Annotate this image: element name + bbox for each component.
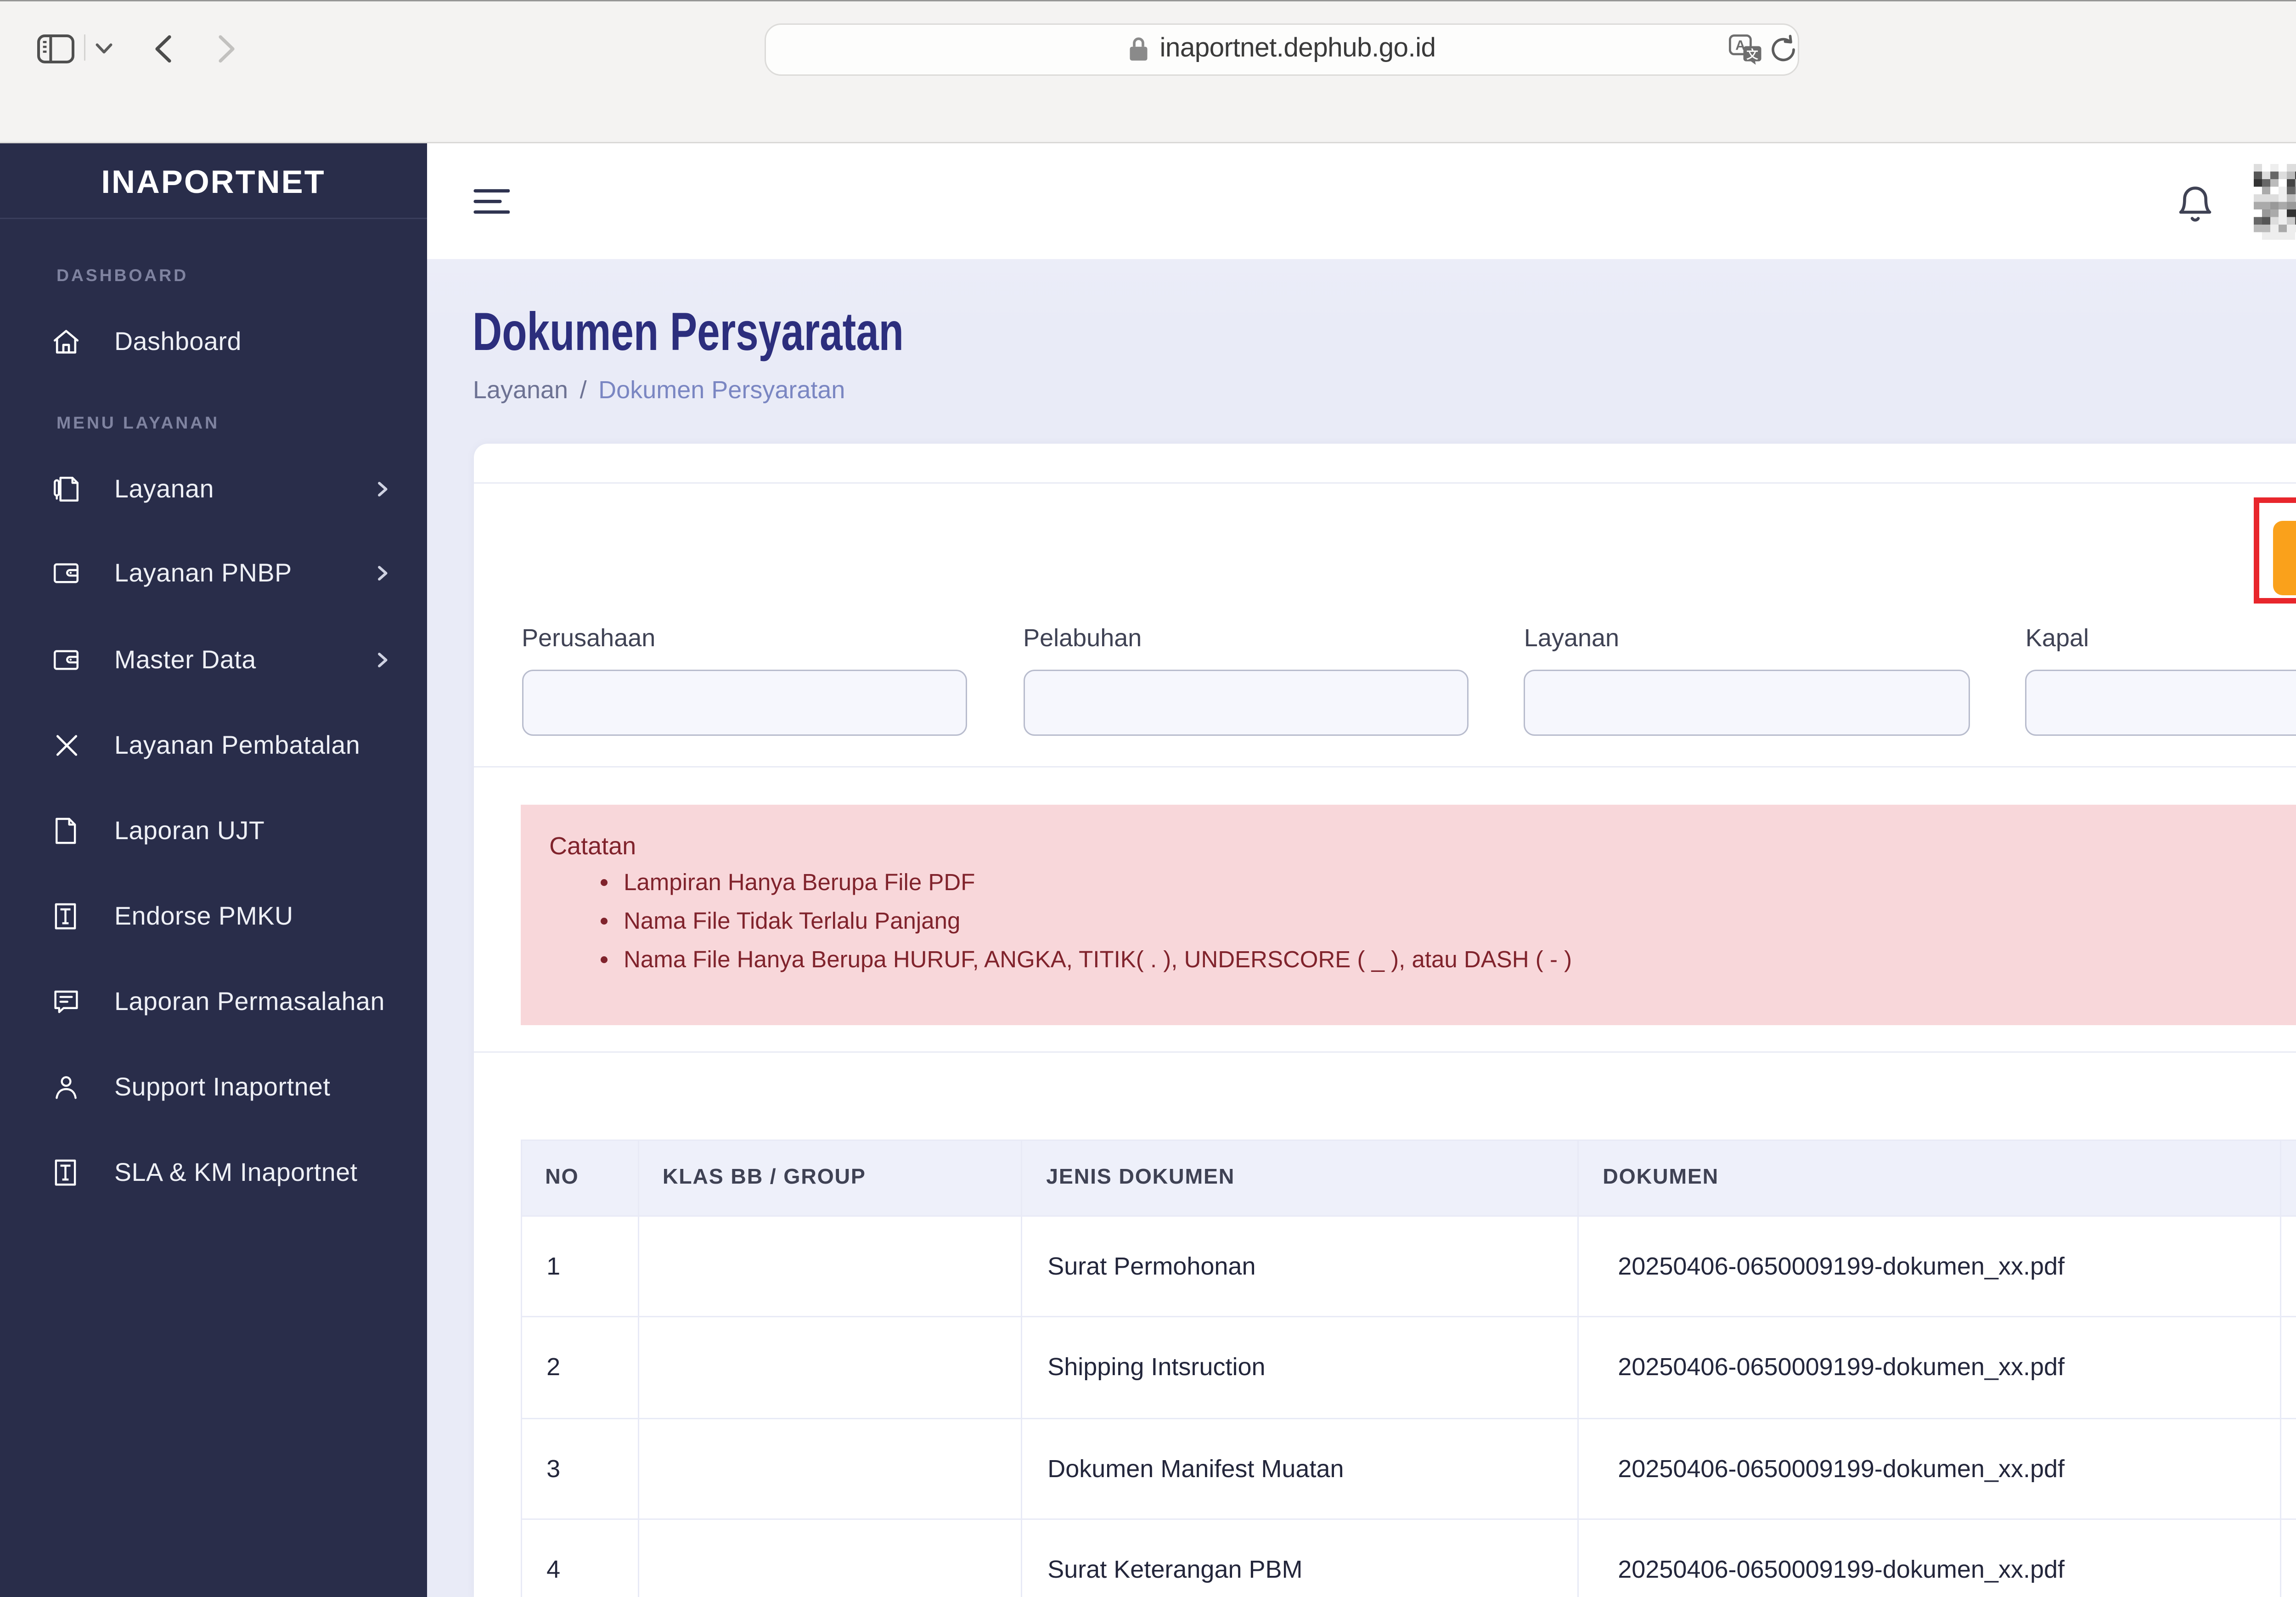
svg-text:文: 文 bbox=[1746, 48, 1758, 61]
